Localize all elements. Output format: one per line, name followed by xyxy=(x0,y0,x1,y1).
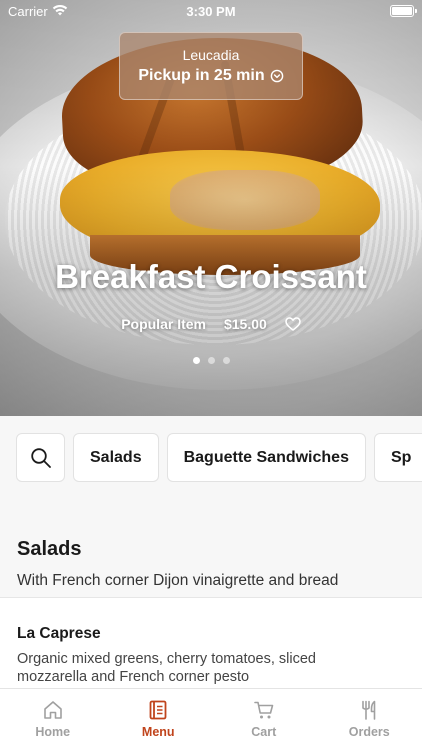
pickup-time: Pickup in 25 min xyxy=(120,67,302,85)
menu-item-card[interactable]: La Caprese Organic mixed greens, cherry … xyxy=(0,597,422,692)
cart-icon xyxy=(253,701,274,719)
chevron-down-circle-icon xyxy=(270,69,283,83)
popular-badge: Popular Item xyxy=(121,316,206,332)
carousel-dots[interactable] xyxy=(0,357,422,364)
section-title: Salads xyxy=(17,538,82,560)
featured-item-meta: Popular Item $15.00 xyxy=(0,316,422,332)
menu-book-icon xyxy=(149,700,167,720)
section-description: With French corner Dijon vinaigrette and… xyxy=(17,572,339,589)
search-icon xyxy=(30,447,51,468)
tab-bar: Home Menu Cart Orders xyxy=(0,688,422,750)
category-chips: Salads Baguette Sandwiches Sp xyxy=(16,433,422,483)
menu-section-header: Salads With French corner Dijon vinaigre… xyxy=(17,538,338,590)
location-name: Leucadia xyxy=(182,47,240,63)
category-chip-salads[interactable]: Salads xyxy=(73,433,159,482)
carousel-dot[interactable] xyxy=(192,357,200,364)
tab-menu[interactable]: Menu xyxy=(106,689,212,750)
category-chip-baguette-sandwiches[interactable]: Baguette Sandwiches xyxy=(166,433,366,482)
status-time: 3:30 PM xyxy=(186,4,236,19)
menu-item-description: Organic mixed greens, cherry tomatoes, s… xyxy=(17,651,316,685)
location-selector[interactable]: Leucadia Pickup in 25 min xyxy=(119,32,303,100)
search-button[interactable] xyxy=(16,433,65,482)
hero-banner[interactable]: Carrier 3:30 PM Leucadia Pickup in 25 mi… xyxy=(0,0,422,416)
featured-item-title: Breakfast Croissant xyxy=(55,258,367,295)
carousel-dot[interactable] xyxy=(207,357,215,364)
menu-item-name: La Caprese xyxy=(17,625,101,642)
tab-orders[interactable]: Orders xyxy=(317,689,422,750)
utensils-icon xyxy=(362,700,376,720)
status-bar: Carrier 3:30 PM xyxy=(0,0,422,22)
featured-price: $15.00 xyxy=(223,316,267,332)
category-chip-next[interactable]: Sp xyxy=(373,433,422,482)
home-icon xyxy=(43,701,62,719)
tab-cart[interactable]: Cart xyxy=(211,689,317,750)
tab-home[interactable]: Home xyxy=(0,689,106,750)
carousel-dot[interactable] xyxy=(222,357,230,364)
battery-icon xyxy=(390,5,417,17)
heart-icon[interactable] xyxy=(285,316,301,332)
